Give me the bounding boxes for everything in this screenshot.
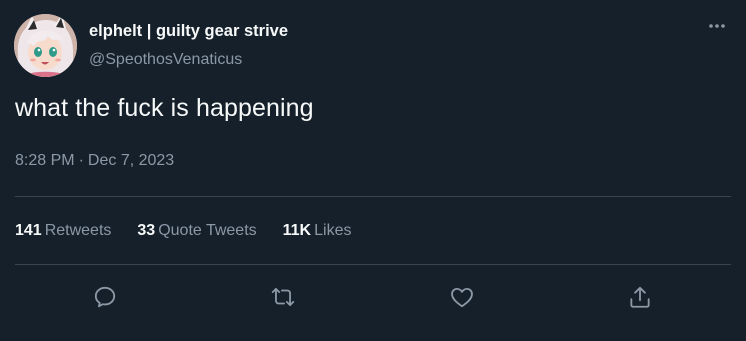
- quote-tweets-count: 33: [137, 222, 156, 239]
- timestamp[interactable]: 8:28 PM · Dec 7, 2023: [15, 152, 174, 170]
- tweet-card: elphelt | guilty gear strive @SpeothosVe…: [0, 0, 746, 341]
- retweet-button[interactable]: [268, 282, 298, 312]
- share-button[interactable]: [625, 282, 655, 312]
- share-icon: [630, 286, 650, 308]
- retweets-label: Retweets: [44, 222, 112, 239]
- retweets-stat[interactable]: 141 Retweets: [15, 222, 111, 240]
- divider: [15, 196, 731, 197]
- quote-tweets-stat[interactable]: 33 Quote Tweets: [137, 222, 256, 240]
- avatar[interactable]: [14, 14, 77, 77]
- display-name[interactable]: elphelt | guilty gear strive: [89, 22, 288, 41]
- tweet-text: what the fuck is happening: [15, 94, 314, 122]
- tweet-date[interactable]: Dec 7, 2023: [88, 152, 174, 169]
- more-options-icon[interactable]: [706, 16, 728, 36]
- user-handle[interactable]: @SpeothosVenaticus: [89, 51, 242, 69]
- likes-label: Likes: [314, 222, 352, 239]
- avatar-image: [14, 14, 77, 77]
- timestamp-separator: ·: [78, 152, 84, 169]
- divider: [15, 264, 731, 265]
- engagement-stats: 141 Retweets 33 Quote Tweets 11K Likes: [15, 222, 377, 240]
- retweets-count: 141: [15, 222, 42, 239]
- tweet-time[interactable]: 8:28 PM: [15, 152, 75, 169]
- like-icon: [451, 287, 473, 308]
- reply-button[interactable]: [90, 282, 120, 312]
- likes-count: 11K: [282, 222, 312, 239]
- likes-stat[interactable]: 11K Likes: [283, 222, 352, 240]
- like-button[interactable]: [447, 282, 477, 312]
- quote-tweets-label: Quote Tweets: [158, 222, 257, 239]
- reply-icon: [94, 286, 116, 308]
- retweet-icon: [271, 287, 295, 307]
